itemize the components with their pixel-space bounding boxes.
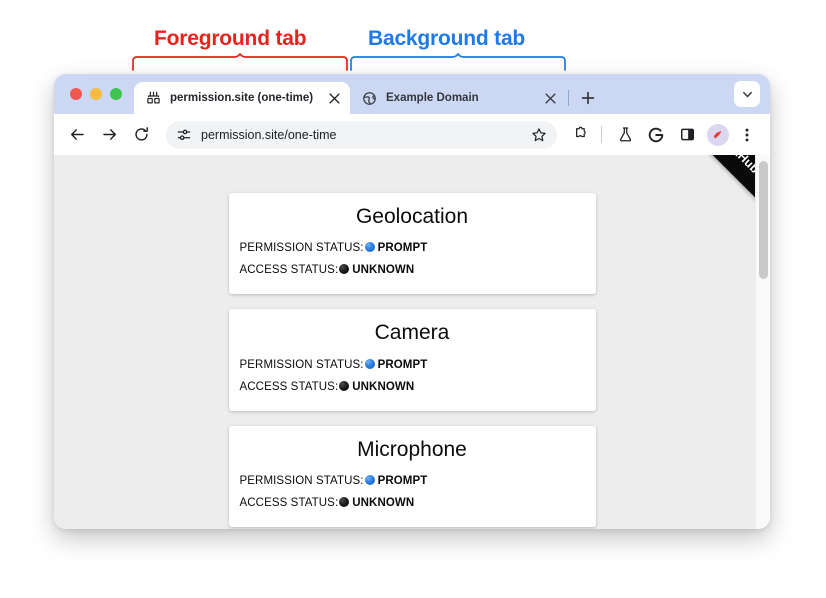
side-panel-icon[interactable] xyxy=(674,122,700,148)
tab-strip: permission.site (one-time) Example Domai… xyxy=(54,74,770,114)
arrow-left-icon[interactable] xyxy=(62,120,92,150)
page-scrollbar[interactable] xyxy=(755,155,770,529)
access-status-label: ACCESS STATUS: xyxy=(239,380,339,393)
browser-window: permission.site (one-time) Example Domai… xyxy=(54,74,770,529)
three-dots-icon[interactable] xyxy=(734,122,760,148)
access-status-label: ACCESS STATUS: xyxy=(239,264,339,277)
permission-cards-list: Geolocation PERMISSION STATUS: PROMPT ACC… xyxy=(54,155,770,529)
access-status-line: ACCESS STATUS: UNKNOWN xyxy=(229,492,596,514)
background-tab-annotation-bracket xyxy=(350,53,566,71)
window-close-button[interactable] xyxy=(70,88,82,100)
avatar-icon[interactable] xyxy=(707,123,729,146)
permission-card-microphone[interactable]: Microphone PERMISSION STATUS: PROMPT ACCE… xyxy=(228,425,596,528)
window-minimize-button[interactable] xyxy=(90,88,102,100)
sliders-icon xyxy=(145,90,161,106)
tab-separator xyxy=(568,90,569,106)
access-status-value: UNKNOWN xyxy=(352,264,415,277)
permission-status-line: PERMISSION STATUS: PROMPT xyxy=(229,237,596,259)
window-maximize-button[interactable] xyxy=(110,88,122,100)
new-tab-button[interactable] xyxy=(575,85,601,111)
card-title: Camera xyxy=(374,321,450,345)
page-scrollbar-thumb[interactable] xyxy=(759,161,768,279)
address-bar[interactable]: permission.site/one-time xyxy=(166,120,557,149)
arrow-right-icon[interactable] xyxy=(94,120,124,150)
flask-icon[interactable] xyxy=(612,122,638,148)
permission-card-geolocation[interactable]: Geolocation PERMISSION STATUS: PROMPT ACC… xyxy=(228,193,596,295)
tab-example-domain[interactable]: Example Domain xyxy=(350,82,566,114)
permission-status-line: PERMISSION STATUS: PROMPT xyxy=(229,470,596,492)
browser-toolbar: permission.site/one-time xyxy=(54,114,770,155)
globe-icon xyxy=(361,90,377,106)
address-bar-url: permission.site/one-time xyxy=(201,127,337,142)
permission-status-label: PERMISSION STATUS: xyxy=(239,242,364,255)
status-dot-blue-icon xyxy=(364,358,375,369)
status-dot-black-icon xyxy=(339,264,350,275)
puzzle-piece-icon[interactable] xyxy=(568,122,594,148)
status-dot-black-icon xyxy=(339,380,350,391)
tab-title: permission.site (one-time) xyxy=(170,92,314,104)
permission-status-value: PROMPT xyxy=(377,475,428,488)
permission-status-line: PERMISSION STATUS: PROMPT xyxy=(229,354,596,376)
toolbar-divider xyxy=(601,126,602,143)
permission-status-label: PERMISSION STATUS: xyxy=(239,475,364,488)
permission-card-camera[interactable]: Camera PERMISSION STATUS: PROMPT ACCESS S… xyxy=(228,309,596,411)
reload-icon[interactable] xyxy=(126,120,156,150)
access-status-value: UNKNOWN xyxy=(352,497,415,510)
tab-permission-site[interactable]: permission.site (one-time) xyxy=(134,82,350,114)
page-viewport: On GitHub Geolocation PERMISSION STATUS:… xyxy=(54,155,770,529)
permission-status-value: PROMPT xyxy=(377,358,428,371)
card-title: Microphone xyxy=(357,437,467,461)
foreground-tab-annotation-bracket xyxy=(132,53,348,71)
close-icon[interactable] xyxy=(540,88,560,108)
permission-status-label: PERMISSION STATUS: xyxy=(239,358,364,371)
access-status-line: ACCESS STATUS: UNKNOWN xyxy=(229,376,596,398)
window-controls xyxy=(64,74,134,114)
access-status-value: UNKNOWN xyxy=(352,380,415,393)
status-dot-blue-icon xyxy=(364,242,375,253)
access-status-line: ACCESS STATUS: UNKNOWN xyxy=(229,259,596,281)
status-dot-blue-icon xyxy=(364,475,375,486)
star-icon[interactable] xyxy=(526,122,552,148)
tab-title: Example Domain xyxy=(386,92,479,104)
close-icon[interactable] xyxy=(324,88,344,108)
foreground-tab-annotation-label: Foreground tab xyxy=(154,27,307,50)
permission-status-value: PROMPT xyxy=(377,242,428,255)
background-tab-annotation-label: Background tab xyxy=(368,27,526,50)
tune-sliders-icon[interactable] xyxy=(175,126,192,143)
chevron-down-icon[interactable] xyxy=(734,81,760,107)
status-dot-black-icon xyxy=(339,497,350,508)
card-title: Geolocation xyxy=(355,205,469,228)
access-status-label: ACCESS STATUS: xyxy=(239,497,339,510)
google-g-icon[interactable] xyxy=(643,122,669,148)
